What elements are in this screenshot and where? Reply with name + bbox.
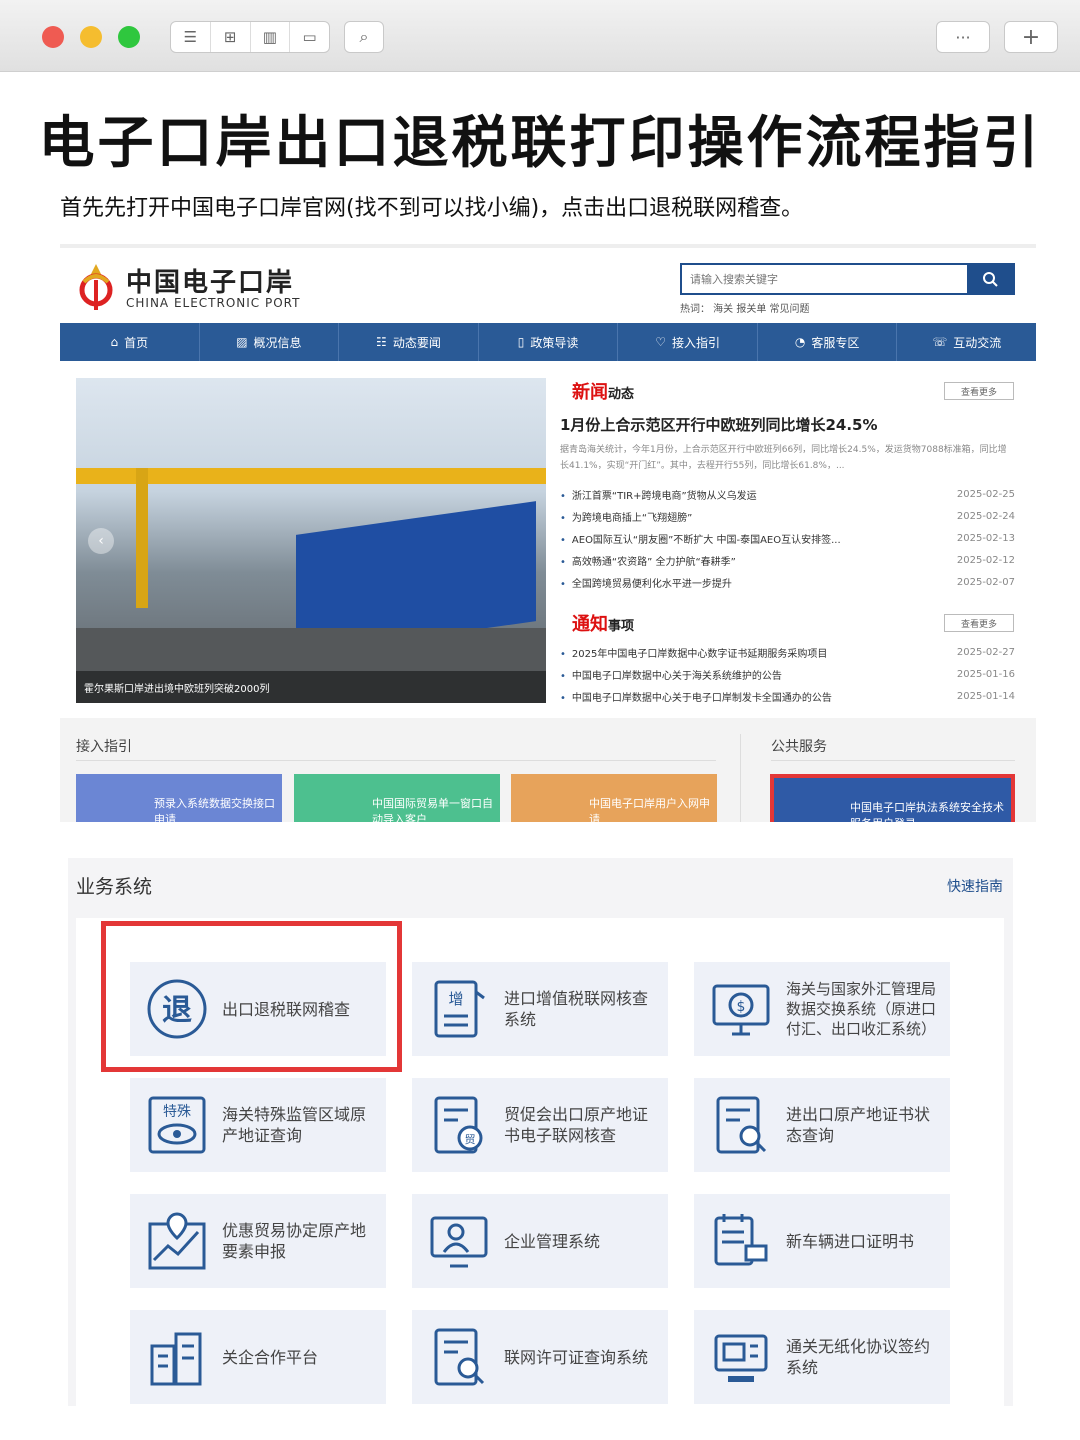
site-search xyxy=(680,263,1015,295)
guide-section: 接入指引 公共服务 预录入系统数据交换接口申请 中国国际贸易单一窗口自动导入客户… xyxy=(60,718,1036,822)
card-license-query[interactable]: 联网许可证查询系统 xyxy=(412,1310,668,1404)
business-systems-title: 业务系统 xyxy=(76,876,153,898)
list-item[interactable]: 为跨境电商插上“飞翔翅膀”2025-02-24 xyxy=(560,505,1015,527)
carousel-prev-button[interactable]: ‹ xyxy=(88,528,114,554)
map-icon[interactable]: ▥ xyxy=(251,22,291,52)
document-search-icon xyxy=(708,1092,774,1158)
special-zone-icon: 特殊 xyxy=(144,1092,210,1158)
vat-document-icon: 增 xyxy=(426,976,492,1042)
notice-more-button[interactable]: 查看更多 xyxy=(944,614,1014,632)
building-icon xyxy=(144,1324,210,1390)
card-paperless-agreement[interactable]: 通关无纸化协议签约系统 xyxy=(694,1310,950,1404)
list-item[interactable]: 2025年中国电子口岸数据中心数字证书延期服务采购项目2025-02-27 xyxy=(560,641,1015,663)
list-item[interactable]: 中国电子口岸数据中心关于电子口岸制发卡全国通办的公告2025-01-14 xyxy=(560,685,1015,707)
nav-item-access[interactable]: ♡ 接入指引 xyxy=(618,323,758,361)
list-item[interactable]: AEO国际互认“朋友圈”不断扩大 中国-泰国AEO互认安排签...2025-02… xyxy=(560,527,1015,549)
port-logo-icon xyxy=(79,264,113,310)
news-more-button[interactable]: 查看更多 xyxy=(944,382,1014,400)
news-headline[interactable]: 1月份上合示范区开行中欧班列同比增长24.5% xyxy=(560,414,877,435)
site-search-input[interactable] xyxy=(682,265,967,293)
plus-icon[interactable]: + xyxy=(1004,21,1058,53)
home-icon: ⌂ xyxy=(110,335,119,349)
logo-chinese-name: 中国电子口岸 xyxy=(126,268,295,298)
highlight-box xyxy=(101,921,402,1072)
list-item[interactable]: 中国电子口岸数据中心关于海关系统维护的公告2025-01-16 xyxy=(560,663,1015,685)
document-icon: ☷ xyxy=(376,335,387,349)
nav-item-home[interactable]: ⌂ 首页 xyxy=(60,323,200,361)
card-ccpit-origin-check[interactable]: 贸 贸促会出口原产地证书电子联网核查 xyxy=(412,1078,668,1172)
browser-toolbar: ☰ ⊞ ▥ ▭ ⌕ ··· + xyxy=(0,0,1080,72)
notice-list: 2025年中国电子口岸数据中心数字证书延期服务采购项目2025-02-27 中国… xyxy=(560,641,1015,707)
nav-item-news[interactable]: ☷ 动态要闻 xyxy=(339,323,479,361)
news-list: 浙江首票“TIR+跨境电商”货物从义乌发运2025-02-25 为跨境电商插上“… xyxy=(560,483,1015,593)
magnifier-icon xyxy=(983,272,998,287)
news-summary: 据青岛海关统计，今年1月份，上合示范区开行中欧班列66列，同比增长24.5%，发… xyxy=(560,445,1007,471)
public-service-heading: 公共服务 xyxy=(771,739,827,755)
card-new-vehicle-certificate[interactable]: 新车辆进口证明书 xyxy=(694,1194,950,1288)
tile-data-exchange[interactable]: 预录入系统数据交换接口申请 xyxy=(76,774,282,822)
list-item[interactable]: 浙江首票“TIR+跨境电商”货物从义乌发运2025-02-25 xyxy=(560,483,1015,505)
card-preferential-origin[interactable]: 优惠贸易协定原产地要素申报 xyxy=(130,1194,386,1288)
news-carousel-photo[interactable]: ‹ 霍尔果斯口岸进出境中欧班列突破2000列 xyxy=(76,378,546,703)
headset-icon: ◔ xyxy=(794,335,806,349)
monitor-sign-icon xyxy=(708,1324,774,1390)
logo-english-name: CHINA ELECTRONIC PORT xyxy=(126,296,301,310)
notice-section-title: 通知事项 xyxy=(572,614,635,635)
user-monitor-icon xyxy=(426,1208,492,1274)
nav-item-overview[interactable]: ▨ 概况信息 xyxy=(200,323,340,361)
chat-icon: ☏ xyxy=(932,335,948,349)
nav-item-policy[interactable]: ▯ 政策导读 xyxy=(479,323,619,361)
maximize-window-button[interactable] xyxy=(118,26,140,48)
list-item[interactable]: 全国跨境贸易便利化水平进一步提升2025-02-07 xyxy=(560,571,1015,593)
photo-caption: 霍尔果斯口岸进出境中欧班列突破2000列 xyxy=(76,671,546,703)
window-icon[interactable]: ▭ xyxy=(290,22,329,52)
view-toggle-group: ☰ ⊞ ▥ ▭ xyxy=(170,21,330,53)
site-search-button[interactable] xyxy=(967,265,1013,293)
quick-guide-link[interactable]: 快速指南 xyxy=(947,876,1003,896)
tile-enforcement-login[interactable]: 中国电子口岸执法系统安全技术服务用户登录 xyxy=(770,774,1015,822)
grid-icon[interactable]: ⊞ xyxy=(211,22,251,52)
page-subtitle: 首先先打开中国电子口岸官网(找不到可以找小编)，点击出口退税联网稽查。 xyxy=(60,196,804,221)
license-search-icon xyxy=(426,1324,492,1390)
nav-item-service[interactable]: ◔ 客服专区 xyxy=(758,323,898,361)
list-icon[interactable]: ☰ xyxy=(171,22,211,52)
nav-item-interaction[interactable]: ☏ 互动交流 xyxy=(897,323,1036,361)
monitor-currency-icon: $ xyxy=(708,976,774,1042)
card-customs-enterprise-platform[interactable]: 关企合作平台 xyxy=(130,1310,386,1404)
card-origin-status-query[interactable]: 进出口原产地证书状态查询 xyxy=(694,1078,950,1172)
list-item[interactable]: 高效畅通“农资路” 全力护航“春耕季”2025-02-12 xyxy=(560,549,1015,571)
portal-home-screenshot: 中国电子口岸 CHINA ELECTRONIC PORT 热词： 海关 报关单 … xyxy=(60,244,1036,822)
book-icon: ▯ xyxy=(517,335,525,349)
page-title: 电子口岸出口退税联打印操作流程指引 xyxy=(38,111,1042,176)
more-icon[interactable]: ··· xyxy=(936,21,990,53)
tile-user-registration[interactable]: 中国电子口岸用户入网申请 xyxy=(511,774,717,822)
chart-icon: ▨ xyxy=(236,335,248,349)
search-icon[interactable]: ⌕ xyxy=(344,21,384,53)
svg-text:贸: 贸 xyxy=(465,1133,476,1146)
svg-text:增: 增 xyxy=(448,990,463,1008)
svg-text:$: $ xyxy=(737,999,746,1015)
card-enterprise-management[interactable]: 企业管理系统 xyxy=(412,1194,668,1288)
card-forex-exchange[interactable]: $ 海关与国家外汇管理局数据交换系统（原进口付汇、出口收汇系统） xyxy=(694,962,950,1056)
news-section-title: 新闻动态 xyxy=(572,382,635,403)
minimize-window-button[interactable] xyxy=(80,26,102,48)
close-window-button[interactable] xyxy=(42,26,64,48)
svg-text:特殊: 特殊 xyxy=(163,1104,191,1120)
calendar-truck-icon xyxy=(708,1208,774,1274)
hot-keywords[interactable]: 热词： 海关 报关单 常见问题 xyxy=(680,300,810,315)
main-nav: ⌂ 首页 ▨ 概况信息 ☷ 动态要闻 ▯ 政策导读 ♡ 接入指引 ◔ 客服专区 ☏ 互动交流 xyxy=(60,323,1036,361)
heart-icon: ♡ xyxy=(655,335,666,349)
access-guide-heading: 接入指引 xyxy=(76,739,132,755)
trade-document-icon: 贸 xyxy=(426,1092,492,1158)
tile-single-window[interactable]: 中国国际贸易单一窗口自动导入客户 xyxy=(294,774,500,822)
card-special-zone-origin[interactable]: 特殊 海关特殊监管区域原产地证查询 xyxy=(130,1078,386,1172)
location-chart-icon xyxy=(144,1208,210,1274)
card-import-vat-check[interactable]: 增 进口增值税联网核查系统 xyxy=(412,962,668,1056)
